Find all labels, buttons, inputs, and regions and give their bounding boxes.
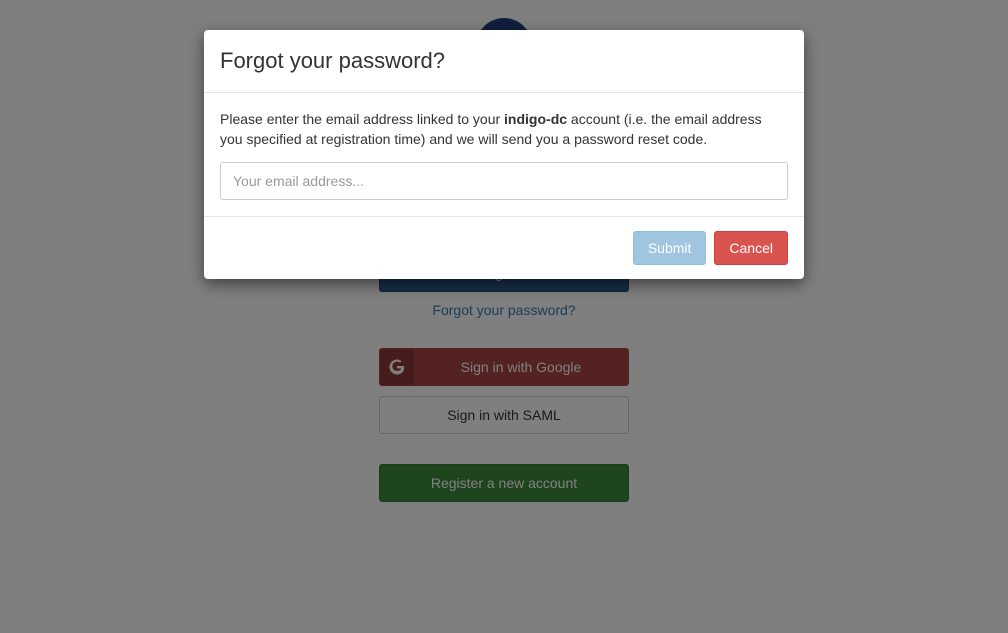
- instruction-account: indigo-dc: [504, 111, 567, 127]
- email-input[interactable]: [220, 162, 788, 200]
- modal-footer: Submit Cancel: [204, 216, 804, 279]
- modal-title: Forgot your password?: [220, 48, 788, 74]
- modal-header: Forgot your password?: [204, 30, 804, 93]
- cancel-button[interactable]: Cancel: [714, 231, 788, 265]
- modal-body: Please enter the email address linked to…: [204, 93, 804, 216]
- forgot-password-modal: Forgot your password? Please enter the e…: [204, 30, 804, 279]
- modal-instruction: Please enter the email address linked to…: [220, 109, 788, 150]
- instruction-prefix: Please enter the email address linked to…: [220, 111, 504, 127]
- submit-button[interactable]: Submit: [633, 231, 707, 265]
